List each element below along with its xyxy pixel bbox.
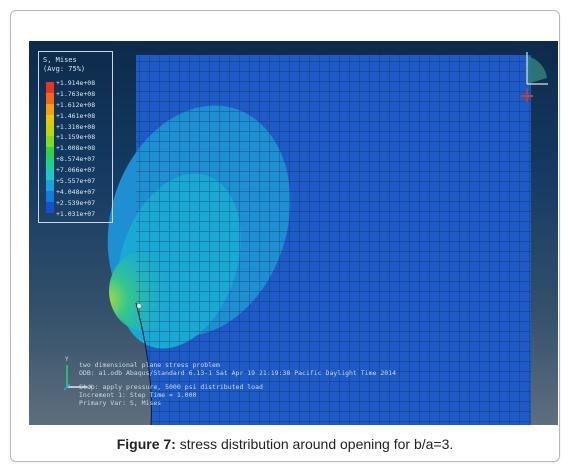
legend-value-label: +2.539e+07 xyxy=(56,198,96,207)
legend-swatch xyxy=(46,180,54,191)
caption-text: stress distribution around opening for b… xyxy=(175,436,454,452)
legend-swatch xyxy=(46,136,54,148)
info-line-primary-var: Primary Var: S, Mises xyxy=(79,399,162,407)
job-info-block: two dimensional plane stress problem ODB… xyxy=(79,361,396,407)
stress-legend: S, Mises (Avg: 75%) +1.914e+08 +1.763e+08… xyxy=(38,51,113,223)
legend-swatch xyxy=(46,190,54,202)
legend-swatch xyxy=(46,158,54,170)
legend-value-label: +4.048e+07 xyxy=(56,187,96,196)
legend-swatch xyxy=(46,169,54,181)
axis-y-label: Y xyxy=(65,356,69,363)
legend-swatch xyxy=(46,201,54,213)
triad-axes-icon xyxy=(521,52,548,102)
legend-value-label: +1.310e+08 xyxy=(56,122,96,131)
legend-value-label: +1.031e+07 xyxy=(56,209,96,218)
figure-frame: S, Mises (Avg: 75%) +1.914e+08 +1.763e+08… xyxy=(10,10,560,462)
figure-caption: Figure 7: stress distribution around ope… xyxy=(11,435,559,453)
legend-value-label: +1.159e+08 xyxy=(56,133,96,142)
legend-swatch xyxy=(46,82,54,93)
legend-swatch xyxy=(46,103,54,115)
legend-swatch xyxy=(46,125,54,137)
legend-swatch xyxy=(46,92,54,104)
legend-subtitle: (Avg: 75%) xyxy=(43,65,86,73)
info-line-odb: ODB: a1.odb Abaqus/Standard 6.13-1 Sat A… xyxy=(79,369,396,377)
legend-value-label: +1.008e+08 xyxy=(56,144,96,153)
info-line-step: Step: apply pressure, 5000 psi distribut… xyxy=(79,383,263,391)
info-line-title: two dimensional plane stress problem xyxy=(79,361,220,369)
legend-value-label: +8.574e+07 xyxy=(56,155,96,164)
info-line-increment: Increment 1: Step Time = 1.000 xyxy=(79,391,197,399)
caption-label: Figure 7: xyxy=(116,436,176,452)
legend-labels: +1.914e+08 +1.763e+08 +1.612e+08 +1.461e+08… xyxy=(56,78,112,220)
legend-value-label: +7.066e+07 xyxy=(56,166,96,175)
abaqus-viewport[interactable]: S, Mises (Avg: 75%) +1.914e+08 +1.763e+08… xyxy=(29,41,558,425)
legend-value-label: +1.914e+08 xyxy=(56,79,96,87)
legend-value-label: +5.557e+07 xyxy=(56,177,96,186)
legend-value-label: +1.461e+08 xyxy=(56,111,96,120)
legend-title: S, Mises xyxy=(43,56,77,64)
legend-color-bar xyxy=(46,82,54,213)
legend-value-label: +1.612e+08 xyxy=(56,100,96,109)
legend-swatch xyxy=(46,114,54,126)
legend-swatch xyxy=(46,147,54,159)
legend-value-label: +1.763e+08 xyxy=(56,89,96,98)
